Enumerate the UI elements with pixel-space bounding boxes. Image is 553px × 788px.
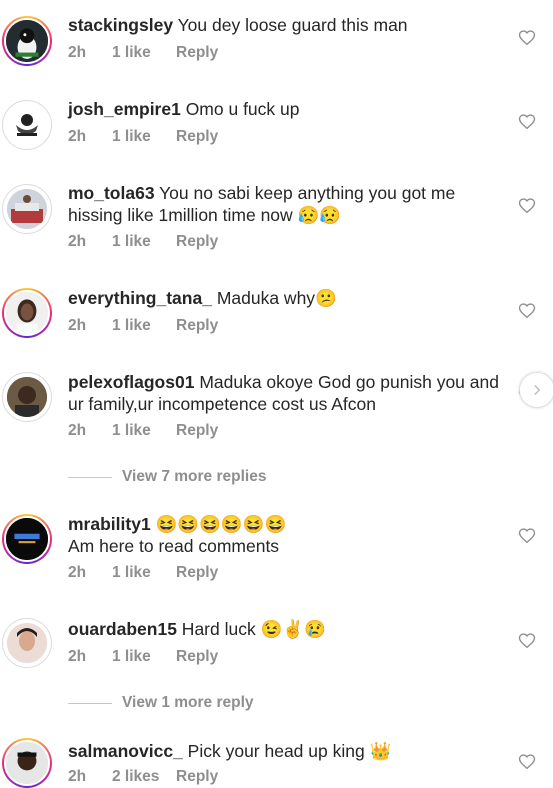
view-more-label[interactable]: View 1 more reply [122,694,254,712]
heart-outline-icon[interactable] [518,753,536,771]
comment-time: 2h [68,128,87,145]
avatar-photo [7,377,47,417]
reply-button[interactable]: Reply [176,768,218,786]
comment-text: You dey loose guard this man [173,15,408,35]
reply-button[interactable]: Reply [176,44,218,62]
comment-time: 2h [68,422,87,439]
avatar[interactable] [2,16,52,66]
avatar[interactable] [2,288,52,338]
divider [68,702,112,704]
comment-likes[interactable]: 1 like [112,564,176,582]
avatar[interactable] [2,100,52,150]
reply-button[interactable]: Reply [176,128,218,146]
heart-outline-icon[interactable] [518,29,536,47]
reply-button[interactable]: Reply [176,564,218,582]
comment-text-line2: Am here to read comments [68,536,280,556]
chevron-right-icon [534,384,541,396]
comment-likes[interactable]: 1 like [112,44,176,62]
comment-text: Pick your head up king 👑 [182,741,392,761]
heart-outline-icon[interactable] [518,197,536,215]
comment-username[interactable]: mo_tola63 [68,183,155,203]
comment-likes[interactable]: 1 like [112,648,176,666]
view-more-label[interactable]: View 7 more replies [122,468,266,486]
view-more-replies[interactable]: View 1 more reply [68,694,254,712]
avatar-josh-empire-logo [7,105,47,145]
comment-username[interactable]: pelexoflagos01 [68,372,194,392]
heart-outline-icon[interactable] [518,302,536,320]
heart-outline-icon[interactable] [518,632,536,650]
comment-username[interactable]: everything_tana_ [68,288,212,308]
comment-text: Maduka why😕 [211,288,337,308]
avatar-photo [6,742,48,784]
comment-text: Omo u fuck up [180,99,300,119]
heart-outline-icon[interactable] [518,113,536,131]
comment-likes[interactable]: 2 likes [112,768,176,786]
avatar[interactable] [2,514,52,564]
comment-username[interactable]: ouardaben15 [68,619,177,639]
avatar[interactable] [2,372,52,422]
reply-button[interactable]: Reply [176,648,218,666]
comment-username[interactable]: salmanovicc_ [68,741,183,761]
avatar-photo [6,292,48,334]
comment-username[interactable]: mrability1 [68,514,151,534]
avatar[interactable] [2,184,52,234]
comment-text: Hard luck 😉✌️😢 [176,619,326,639]
comment-time: 2h [68,44,87,61]
avatar[interactable] [2,738,52,788]
next-button[interactable] [519,372,553,408]
avatar-photo [7,189,47,229]
comment-time: 2h [68,564,87,581]
reply-button[interactable]: Reply [176,317,218,335]
comment-text: 😆😆😆😆😆😆 [150,514,287,534]
reply-button[interactable]: Reply [176,422,218,440]
comment-time: 2h [68,768,87,785]
comment-time: 2h [68,317,87,334]
comment-username[interactable]: josh_empire1 [68,99,181,119]
comment-likes[interactable]: 1 like [112,233,176,251]
comment-time: 2h [68,233,87,250]
avatar-penguin-icon [6,20,48,62]
comment-username[interactable]: stackingsley [68,15,173,35]
reply-button[interactable]: Reply [176,233,218,251]
comment-likes[interactable]: 1 like [112,422,176,440]
view-more-replies[interactable]: View 7 more replies [68,468,266,486]
avatar-photo [7,623,47,663]
heart-outline-icon[interactable] [518,527,536,545]
divider [68,476,112,478]
comment-likes[interactable]: 1 like [112,128,176,146]
comment-time: 2h [68,648,87,665]
avatar-dreams-logo [6,518,48,560]
avatar[interactable] [2,618,52,668]
comment-likes[interactable]: 1 like [112,317,176,335]
